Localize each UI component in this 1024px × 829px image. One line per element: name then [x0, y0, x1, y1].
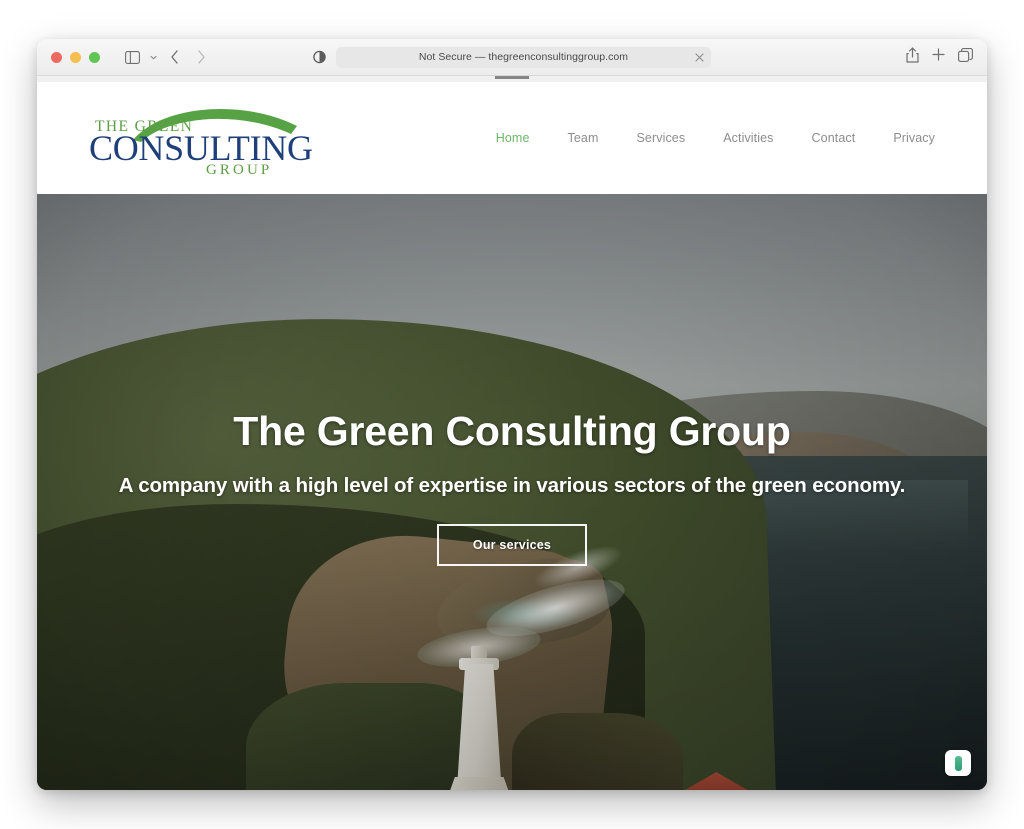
nav-item-contact[interactable]: Contact: [812, 131, 856, 145]
minimize-window-button[interactable]: [70, 51, 81, 63]
hero-subtitle: A company with a high level of expertise…: [118, 474, 906, 498]
toolbar-left-controls: [120, 46, 213, 68]
nav-item-home[interactable]: Home: [496, 131, 530, 145]
chevron-down-icon[interactable]: [147, 47, 159, 67]
new-tab-icon[interactable]: [932, 48, 945, 66]
toolbar-right-controls: [906, 46, 973, 68]
our-services-button[interactable]: Our services: [436, 524, 588, 567]
close-window-button[interactable]: [51, 51, 62, 63]
zoom-window-button[interactable]: [89, 51, 100, 63]
address-bar-area: Not Secure — thegreenconsultinggroup.com: [313, 46, 711, 68]
share-icon[interactable]: [906, 46, 919, 68]
page-viewport: THE GREEN CONSULTING GROUP Home Team Ser…: [37, 82, 987, 790]
nav-item-services[interactable]: Services: [636, 131, 685, 145]
logo-line-group: GROUP: [206, 162, 273, 178]
nav-item-activities[interactable]: Activities: [723, 131, 773, 145]
address-input[interactable]: Not Secure — thegreenconsultinggroup.com: [336, 46, 711, 68]
sidebar-toggle-icon[interactable]: [120, 46, 144, 68]
site-header: THE GREEN CONSULTING GROUP Home Team Ser…: [37, 82, 987, 194]
nav-item-privacy[interactable]: Privacy: [893, 131, 935, 145]
back-icon[interactable]: [162, 46, 186, 68]
cookie-consent-icon: [954, 755, 962, 771]
hero-title: The Green Consulting Group: [233, 408, 791, 454]
hero-content: The Green Consulting Group A company wit…: [37, 194, 987, 567]
site-navigation: Home Team Services Activities Contact Pr…: [496, 131, 935, 145]
tab-overview-icon[interactable]: [958, 47, 973, 67]
safari-browser-window: Not Secure — thegreenconsultinggroup.com: [37, 39, 987, 790]
stop-loading-icon[interactable]: [693, 51, 705, 63]
hero-section: The Green Consulting Group A company wit…: [37, 194, 987, 790]
window-traffic-lights: [51, 51, 100, 63]
forward-icon[interactable]: [189, 46, 213, 68]
browser-toolbar: Not Secure — thegreenconsultinggroup.com: [37, 39, 987, 76]
address-text: Not Secure — thegreenconsultinggroup.com: [418, 51, 629, 63]
nav-item-team[interactable]: Team: [568, 131, 599, 145]
privacy-report-icon[interactable]: [313, 50, 326, 64]
cookie-consent-widget[interactable]: [945, 750, 971, 776]
active-tab-indicator[interactable]: [495, 76, 529, 79]
logo-line-consulting: CONSULTING: [89, 128, 313, 168]
site-logo[interactable]: THE GREEN CONSULTING GROUP: [89, 102, 313, 178]
